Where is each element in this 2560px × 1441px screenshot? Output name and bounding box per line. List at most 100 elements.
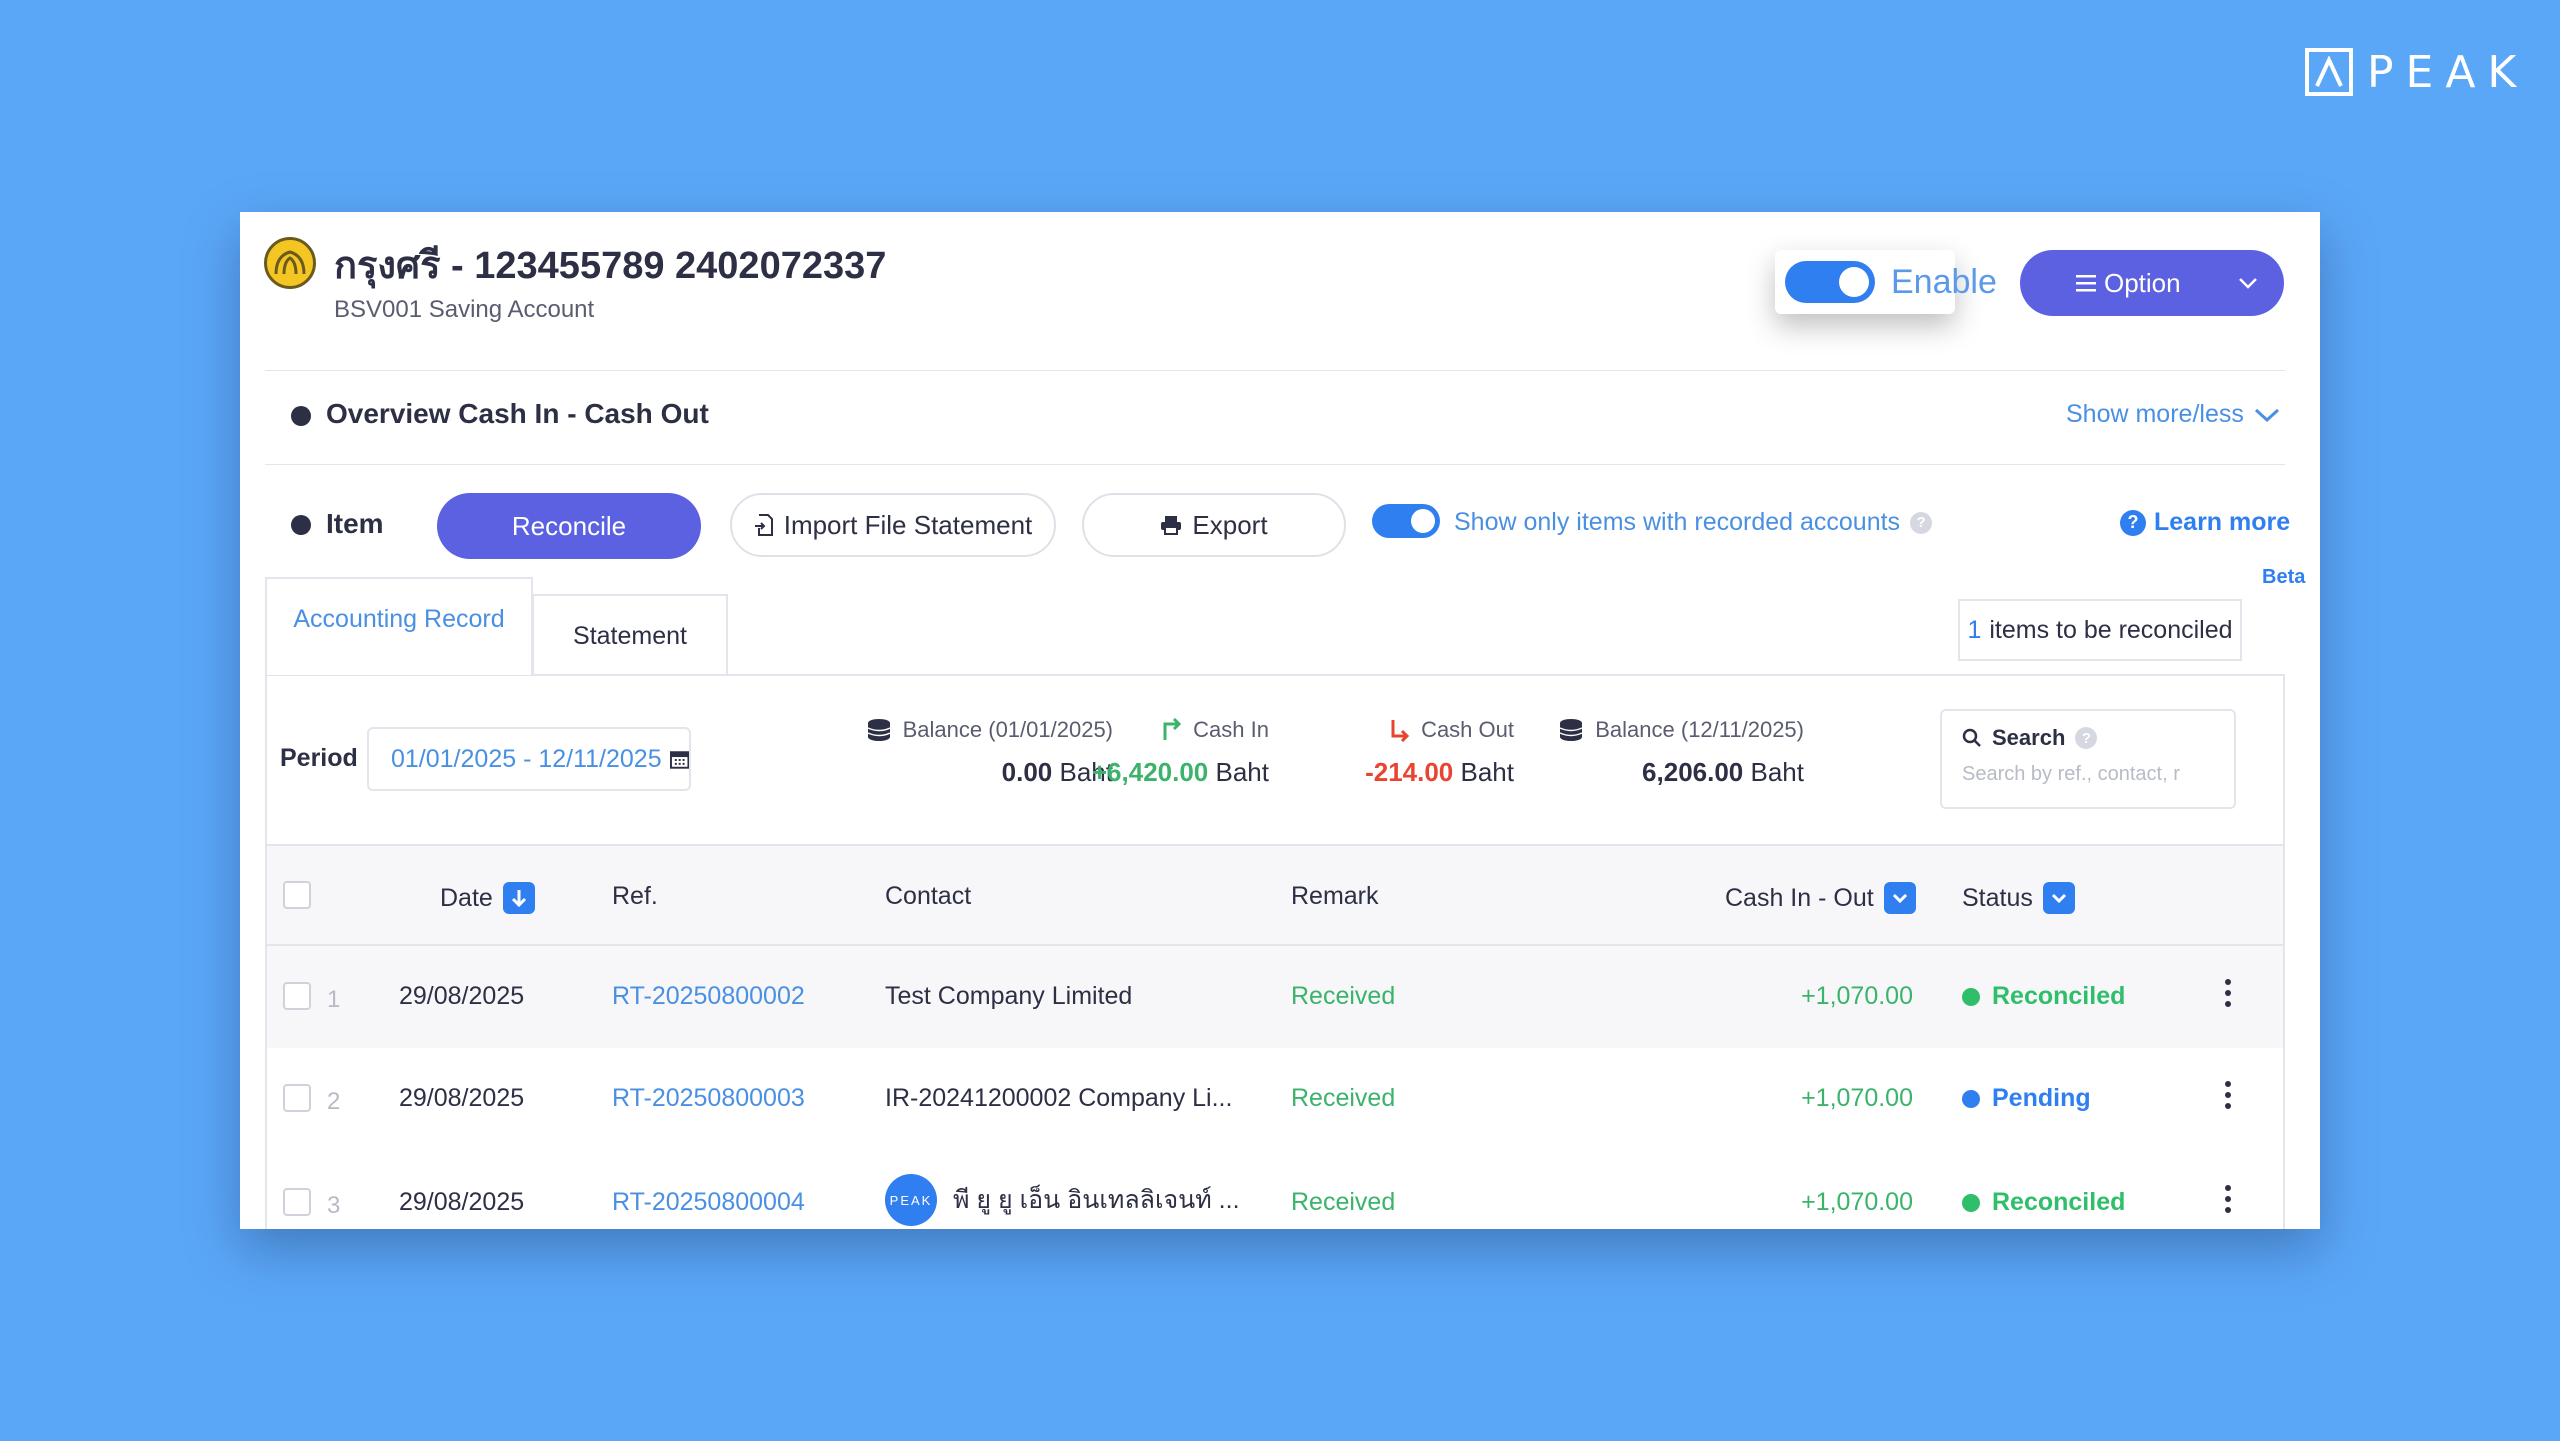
learn-more-label: Learn more	[2154, 508, 2291, 536]
search-box[interactable]: Search ? Search by ref., contact, r	[1940, 709, 2236, 809]
row-checkbox[interactable]	[283, 1084, 311, 1112]
table-row[interactable]: 2 29/08/2025 RT-20250800003 IR-202412000…	[267, 1048, 2283, 1150]
peak-logo: PEAK	[2305, 46, 2528, 98]
cash-out-unit: Baht	[1460, 757, 1515, 787]
table-row[interactable]: 3 29/08/2025 RT-20250800004 PEAK พี ยู ย…	[267, 1150, 2283, 1229]
divider	[265, 464, 2285, 465]
row-status: Reconciled	[1962, 1188, 2125, 1217]
row-remark: Received	[1291, 1084, 1396, 1112]
select-all-checkbox[interactable]	[283, 881, 311, 909]
cash-in-label: Cash In	[1193, 717, 1269, 742]
tab-statement[interactable]: Statement	[532, 594, 728, 676]
column-ref: Ref.	[612, 882, 658, 910]
help-icon[interactable]: ?	[1910, 511, 1933, 534]
import-file-statement-button[interactable]: Import File Statement	[730, 493, 1056, 557]
more-options-icon[interactable]	[2225, 1081, 2231, 1109]
status-dot-icon	[1962, 987, 1980, 1006]
stat-balance-start: Balance (01/01/2025) 0.00 Baht	[865, 717, 1113, 788]
stat-balance-end: Balance (12/11/2025) 6,206.00 Baht	[1557, 717, 1804, 788]
column-cash-in-out[interactable]: Cash In - Out	[1725, 882, 1916, 914]
account-title: กรุงศรี - 123455789 2402072337	[334, 245, 887, 287]
more-options-icon[interactable]	[2225, 979, 2231, 1007]
balance-start-value: 0.00	[1001, 757, 1053, 787]
chevron-down-icon[interactable]	[1883, 882, 1916, 914]
row-status: Reconciled	[1962, 982, 2125, 1011]
recorded-only-switch[interactable]	[1372, 504, 1440, 538]
row-ref-link[interactable]: RT-20250800002	[612, 982, 805, 1011]
column-status-label: Status	[1962, 883, 2033, 912]
column-date[interactable]: Date	[440, 882, 535, 914]
peak-logo-icon	[2305, 48, 2353, 96]
recorded-only-label: Show only items with recorded accounts ?	[1454, 508, 1933, 537]
search-label: Search	[1992, 725, 2066, 750]
option-label: Option	[2104, 267, 2181, 298]
column-date-label: Date	[440, 883, 493, 912]
tab-accounting-record[interactable]: Accounting Record	[265, 577, 533, 675]
period-date-range-input[interactable]: 01/01/2025 - 12/11/2025	[367, 727, 691, 791]
contact-avatar: PEAK	[885, 1174, 937, 1226]
bullet-icon	[291, 406, 311, 426]
row-ref-link[interactable]: RT-20250800004	[612, 1188, 805, 1217]
export-button[interactable]: Export	[1082, 493, 1346, 557]
sort-down-icon[interactable]	[502, 882, 535, 914]
search-icon	[1962, 728, 1981, 747]
column-remark: Remark	[1291, 882, 1379, 910]
row-amount: +1,070.00	[1801, 1084, 1913, 1112]
row-remark: Received	[1291, 982, 1396, 1010]
export-label: Export	[1192, 509, 1268, 540]
row-checkbox[interactable]	[283, 1188, 311, 1216]
row-index: 2	[327, 1088, 341, 1115]
cash-in-value: +6,420.00	[1091, 757, 1209, 787]
row-contact: IR-20241200002 Company Li...	[885, 1084, 1233, 1112]
learn-more-link[interactable]: ? Learn more	[2120, 508, 2290, 537]
cash-in-unit: Baht	[1215, 757, 1270, 787]
item-section-label: Item	[326, 508, 384, 539]
period-value: 01/01/2025 - 12/11/2025	[391, 744, 662, 773]
chevron-down-icon	[2254, 408, 2279, 422]
row-contact: PEAK พี ยู ยู เอ็น อินเทลลิเจนท์ ...	[885, 1174, 1240, 1226]
help-icon[interactable]: ?	[2075, 727, 2098, 749]
recorded-only-text: Show only items with recorded accounts	[1454, 508, 1901, 536]
file-import-icon	[754, 514, 773, 536]
column-cash-label: Cash In - Out	[1725, 883, 1874, 912]
divider	[265, 370, 2285, 371]
column-status[interactable]: Status	[1962, 882, 2075, 914]
enable-label: Enable	[1891, 262, 1997, 301]
show-more-less-link[interactable]: Show more/less	[2066, 400, 2280, 429]
table-header: Date Ref. Contact Remark Cash In - Out S…	[267, 844, 2283, 946]
row-date: 29/08/2025	[399, 1084, 525, 1112]
balance-end-unit: Baht	[1750, 757, 1805, 787]
option-button[interactable]: Option	[2020, 250, 2284, 316]
row-status-label: Reconciled	[1992, 982, 2126, 1010]
import-label: Import File Statement	[783, 509, 1033, 540]
status-dot-icon	[1962, 1193, 1980, 1212]
more-options-icon[interactable]	[2225, 1185, 2231, 1213]
period-label: Period	[280, 744, 358, 772]
row-date: 29/08/2025	[399, 1188, 525, 1216]
row-index: 1	[327, 986, 341, 1013]
row-status: Pending	[1962, 1084, 2091, 1113]
enable-switch[interactable]	[1785, 261, 1875, 303]
search-input[interactable]: Search by ref., contact, r	[1962, 763, 2214, 786]
chevron-down-icon	[2239, 278, 2257, 289]
overview-title: Overview Cash In - Cash Out	[326, 398, 709, 429]
chevron-down-icon[interactable]	[2042, 882, 2075, 914]
table-row[interactable]: 1 29/08/2025 RT-20250800002 Test Company…	[267, 946, 2283, 1048]
row-checkbox[interactable]	[283, 982, 311, 1010]
row-ref-link[interactable]: RT-20250800003	[612, 1084, 805, 1113]
row-contact: Test Company Limited	[885, 982, 1133, 1010]
coins-icon	[1559, 719, 1583, 741]
bullet-icon	[291, 515, 311, 535]
enable-toggle[interactable]: Enable	[1775, 250, 1997, 314]
help-icon: ?	[2120, 509, 2146, 536]
bank-logo-icon	[264, 237, 316, 289]
bank-reconcile-panel: กรุงศรี - 123455789 2402072337 BSV001 Sa…	[240, 212, 2320, 1229]
calendar-icon	[669, 751, 689, 769]
cash-out-arrow-icon	[1391, 720, 1410, 742]
row-contact-name: พี ยู ยู เอ็น อินเทลลิเจนท์ ...	[953, 1186, 1240, 1214]
items-count: 1	[1967, 615, 1982, 644]
reconcile-button[interactable]: Reconcile	[437, 493, 701, 559]
row-remark: Received	[1291, 1188, 1396, 1216]
row-date: 29/08/2025	[399, 982, 525, 1010]
items-to-reconcile-badge: 1 items to be reconciled	[1958, 599, 2242, 661]
